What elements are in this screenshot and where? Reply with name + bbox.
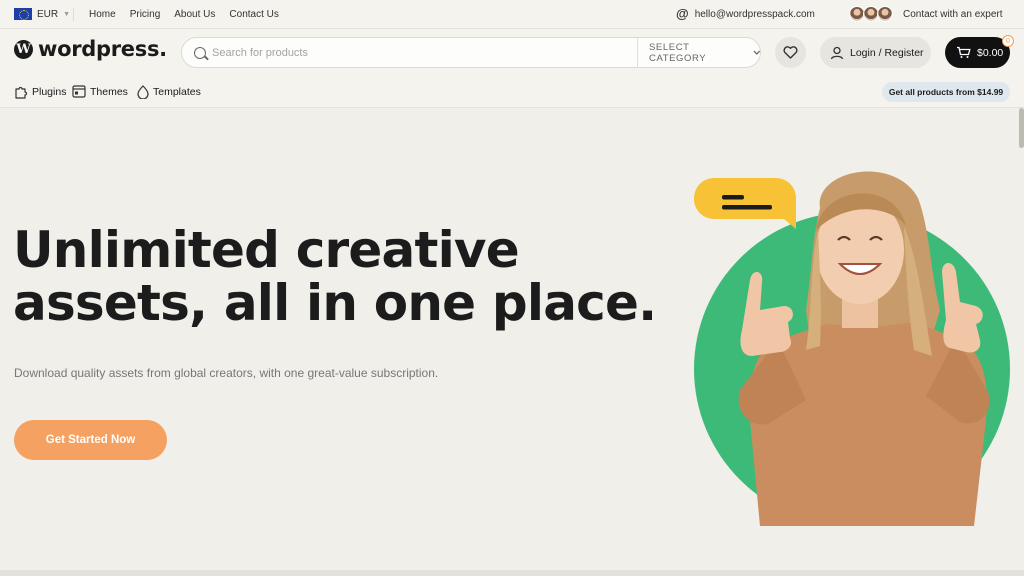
login-register-button[interactable]: Login / Register: [820, 37, 931, 68]
nav-pricing[interactable]: Pricing: [130, 9, 161, 20]
at-icon: @: [676, 6, 689, 21]
page-scrollbar[interactable]: [1019, 108, 1024, 576]
nav-home[interactable]: Home: [89, 9, 116, 20]
brand-name: wordpress.: [38, 37, 167, 61]
cart-icon: [957, 46, 971, 58]
eu-flag-icon: [14, 8, 32, 20]
template-icon: [137, 85, 149, 99]
hero-title: Unlimited creative assets, all in one pl…: [13, 221, 657, 332]
email-link[interactable]: @ hello@wordpresspack.com: [676, 6, 815, 21]
search-bar: SELECT CATEGORY: [181, 37, 761, 68]
search-input[interactable]: [212, 46, 632, 59]
nav-about-us[interactable]: About Us: [174, 9, 215, 20]
category-nav: Plugins Themes Templates Get all product…: [0, 75, 1024, 108]
category-select[interactable]: SELECT CATEGORY: [637, 38, 761, 67]
heart-icon: [783, 46, 798, 59]
main-header: W wordpress. SELECT CATEGORY Login / Reg…: [0, 29, 1024, 75]
cart-button[interactable]: $0.00: [945, 37, 1010, 68]
hero-subtitle: Download quality assets from global crea…: [14, 366, 439, 380]
catnav-label: Templates: [153, 86, 201, 98]
login-label: Login / Register: [850, 46, 924, 59]
section-divider: [0, 570, 1024, 576]
promo-pill[interactable]: Get all products from $14.99: [882, 82, 1010, 102]
wishlist-button[interactable]: [775, 37, 806, 68]
catnav-templates[interactable]: Templates: [137, 85, 201, 99]
user-icon: [830, 46, 844, 59]
catnav-plugins[interactable]: Plugins: [14, 85, 66, 99]
chat-bubble-icon: [694, 178, 796, 229]
hero-title-line-2: assets, all in one place.: [13, 274, 657, 332]
search-icon: [194, 46, 206, 59]
contact-expert-link[interactable]: Contact with an expert: [903, 9, 1003, 20]
hero-title-line-1: Unlimited creative: [13, 221, 520, 279]
nav-contact-us[interactable]: Contact Us: [229, 9, 278, 20]
chevron-down-icon: [753, 50, 761, 55]
expert-avatars: [849, 6, 893, 22]
get-started-button[interactable]: Get Started Now: [14, 420, 167, 460]
chevron-down-icon: ▼: [63, 10, 71, 18]
theme-icon: [72, 85, 86, 98]
site-logo[interactable]: W wordpress.: [14, 37, 167, 61]
top-nav: Home Pricing About Us Contact Us: [89, 9, 279, 20]
cart-total: $0.00: [977, 46, 1004, 59]
wordpress-logo-icon: W: [14, 39, 33, 59]
catnav-label: Plugins: [32, 86, 67, 98]
catnav-themes[interactable]: Themes: [72, 85, 128, 98]
catnav-label: Themes: [90, 85, 128, 98]
puzzle-icon: [15, 86, 28, 99]
currency-switcher[interactable]: EUR ▼: [14, 8, 70, 20]
category-label: SELECT CATEGORY: [649, 41, 707, 64]
cart-count-badge: 0: [1002, 35, 1014, 47]
avatar: [877, 6, 893, 22]
divider: [73, 8, 74, 21]
scrollbar-thumb[interactable]: [1019, 108, 1024, 148]
email-text: hello@wordpresspack.com: [694, 8, 815, 20]
top-bar: EUR ▼ Home Pricing About Us Contact Us @…: [0, 0, 1024, 29]
currency-label: EUR: [37, 8, 59, 20]
